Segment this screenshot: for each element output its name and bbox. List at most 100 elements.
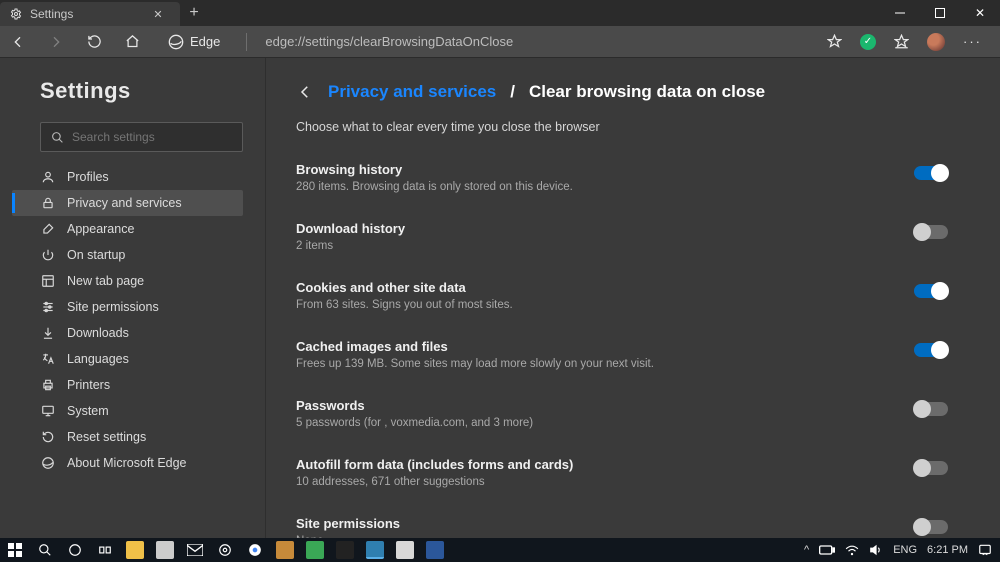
taskbar-search-icon[interactable] xyxy=(36,541,54,559)
download-icon xyxy=(40,326,55,340)
tab-title: Settings xyxy=(30,7,73,21)
taskbar-app-generic-1[interactable] xyxy=(276,541,294,559)
nav-privacy-services[interactable]: Privacy and services xyxy=(12,190,243,216)
option-subtitle: 2 items xyxy=(296,240,405,252)
tray-wifi-icon[interactable] xyxy=(845,544,859,556)
lock-icon xyxy=(40,196,55,210)
address-url: edge://settings/clearBrowsingDataOnClose xyxy=(265,34,513,49)
start-button[interactable] xyxy=(6,541,24,559)
forward-button[interactable] xyxy=(46,34,66,50)
option-title: Site permissions xyxy=(296,516,400,531)
taskbar-app-notepad[interactable] xyxy=(396,541,414,559)
nav-label: About Microsoft Edge xyxy=(67,456,187,470)
task-view-icon[interactable] xyxy=(96,541,114,559)
nav-label: On startup xyxy=(67,248,125,262)
search-input[interactable] xyxy=(72,130,232,144)
nav-system[interactable]: System xyxy=(12,398,243,424)
settings-main-panel: Privacy and services / Clear browsing da… xyxy=(266,58,1000,538)
nav-about[interactable]: About Microsoft Edge xyxy=(12,450,243,476)
option-row: Site permissionsNone xyxy=(296,510,948,538)
favorite-button[interactable] xyxy=(827,34,842,49)
nav-new-tab-page[interactable]: New tab page xyxy=(12,268,243,294)
options-list: Browsing history 280 items. Browsing data… xyxy=(296,156,948,538)
option-row: Passwords5 passwords (for , voxmedia.com… xyxy=(296,392,948,435)
taskbar-app-explorer[interactable] xyxy=(126,541,144,559)
settings-heading: Settings xyxy=(40,78,243,104)
new-tab-button[interactable]: + xyxy=(180,0,208,26)
option-toggle[interactable] xyxy=(914,461,948,475)
breadcrumb-parent-link[interactable]: Privacy and services xyxy=(328,82,496,102)
option-row: Cookies and other site dataFrom 63 sites… xyxy=(296,274,948,317)
nav-label: Profiles xyxy=(67,170,109,184)
browser-tab[interactable]: Settings ✕ xyxy=(0,2,180,26)
taskbar-app-mail[interactable] xyxy=(186,541,204,559)
extension-icon[interactable]: ✓ xyxy=(860,34,876,50)
gear-icon xyxy=(10,8,22,20)
option-title: Browsing history xyxy=(296,162,573,177)
nav-label: Printers xyxy=(67,378,110,392)
nav-label: Downloads xyxy=(67,326,129,340)
refresh-button[interactable] xyxy=(84,34,104,49)
option-row: Browsing history 280 items. Browsing data… xyxy=(296,156,948,199)
tray-clock[interactable]: 6:21 PM xyxy=(927,544,968,556)
option-title: Download history xyxy=(296,221,405,236)
window-close-button[interactable]: ✕ xyxy=(960,0,1000,26)
nav-site-permissions[interactable]: Site permissions xyxy=(12,294,243,320)
tab-close-button[interactable]: ✕ xyxy=(150,6,166,22)
tray-notifications-icon[interactable] xyxy=(978,543,992,557)
settings-search[interactable] xyxy=(40,122,243,152)
tray-battery-icon[interactable] xyxy=(819,545,835,555)
breadcrumb-current: Clear browsing data on close xyxy=(529,82,765,102)
option-toggle[interactable] xyxy=(914,520,948,534)
option-toggle[interactable] xyxy=(914,166,948,180)
edge-icon xyxy=(40,456,55,470)
profile-avatar[interactable] xyxy=(927,33,945,51)
taskbar-app-chrome[interactable] xyxy=(246,541,264,559)
option-subtitle: 10 addresses, 671 other suggestions xyxy=(296,476,573,488)
home-button[interactable] xyxy=(122,34,142,49)
menu-button[interactable]: ··· xyxy=(963,34,982,49)
search-icon xyxy=(51,131,64,144)
option-toggle[interactable] xyxy=(914,402,948,416)
nav-profiles[interactable]: Profiles xyxy=(12,164,243,190)
option-title: Autofill form data (includes forms and c… xyxy=(296,457,573,472)
favorites-bar-button[interactable] xyxy=(894,34,909,49)
window-maximize-button[interactable] xyxy=(920,0,960,26)
window-titlebar: Settings ✕ + ✕ xyxy=(0,0,1000,26)
taskbar-app-settings[interactable] xyxy=(216,541,234,559)
option-toggle[interactable] xyxy=(914,343,948,357)
tray-volume-icon[interactable] xyxy=(869,544,883,556)
taskbar-app-store[interactable] xyxy=(156,541,174,559)
grid-icon xyxy=(40,274,55,288)
taskbar-app-edge[interactable] xyxy=(366,541,384,559)
taskbar-app-word[interactable] xyxy=(426,541,444,559)
option-toggle[interactable] xyxy=(914,225,948,239)
taskbar-app-generic-3[interactable] xyxy=(336,541,354,559)
option-title: Passwords xyxy=(296,398,533,413)
tray-chevron-icon[interactable]: ^ xyxy=(804,544,809,556)
cortana-icon[interactable] xyxy=(66,541,84,559)
nav-appearance[interactable]: Appearance xyxy=(12,216,243,242)
settings-nav: Profiles Privacy and services Appearance… xyxy=(12,164,243,476)
nav-on-startup[interactable]: On startup xyxy=(12,242,243,268)
back-button[interactable] xyxy=(8,34,28,50)
nav-reset-settings[interactable]: Reset settings xyxy=(12,424,243,450)
site-identity[interactable]: Edge xyxy=(160,34,228,50)
taskbar-app-generic-2[interactable] xyxy=(306,541,324,559)
settings-sidebar: Settings Profiles Privacy and services A… xyxy=(0,58,266,538)
sliders-icon xyxy=(40,300,55,314)
option-toggle[interactable] xyxy=(914,284,948,298)
nav-downloads[interactable]: Downloads xyxy=(12,320,243,346)
tray-language[interactable]: ENG xyxy=(893,544,917,556)
nav-printers[interactable]: Printers xyxy=(12,372,243,398)
option-subtitle: From 63 sites. Signs you out of most sit… xyxy=(296,299,513,311)
nav-languages[interactable]: Languages xyxy=(12,346,243,372)
window-minimize-button[interactable] xyxy=(880,0,920,26)
nav-label: Appearance xyxy=(67,222,134,236)
address-bar[interactable]: edge://settings/clearBrowsingDataOnClose xyxy=(265,34,809,49)
nav-label: System xyxy=(67,404,109,418)
breadcrumb: Privacy and services / Clear browsing da… xyxy=(296,82,948,102)
option-title: Cached images and files xyxy=(296,339,654,354)
option-subtitle: 280 items. Browsing data is only stored … xyxy=(296,181,573,193)
breadcrumb-back-button[interactable] xyxy=(296,83,314,101)
